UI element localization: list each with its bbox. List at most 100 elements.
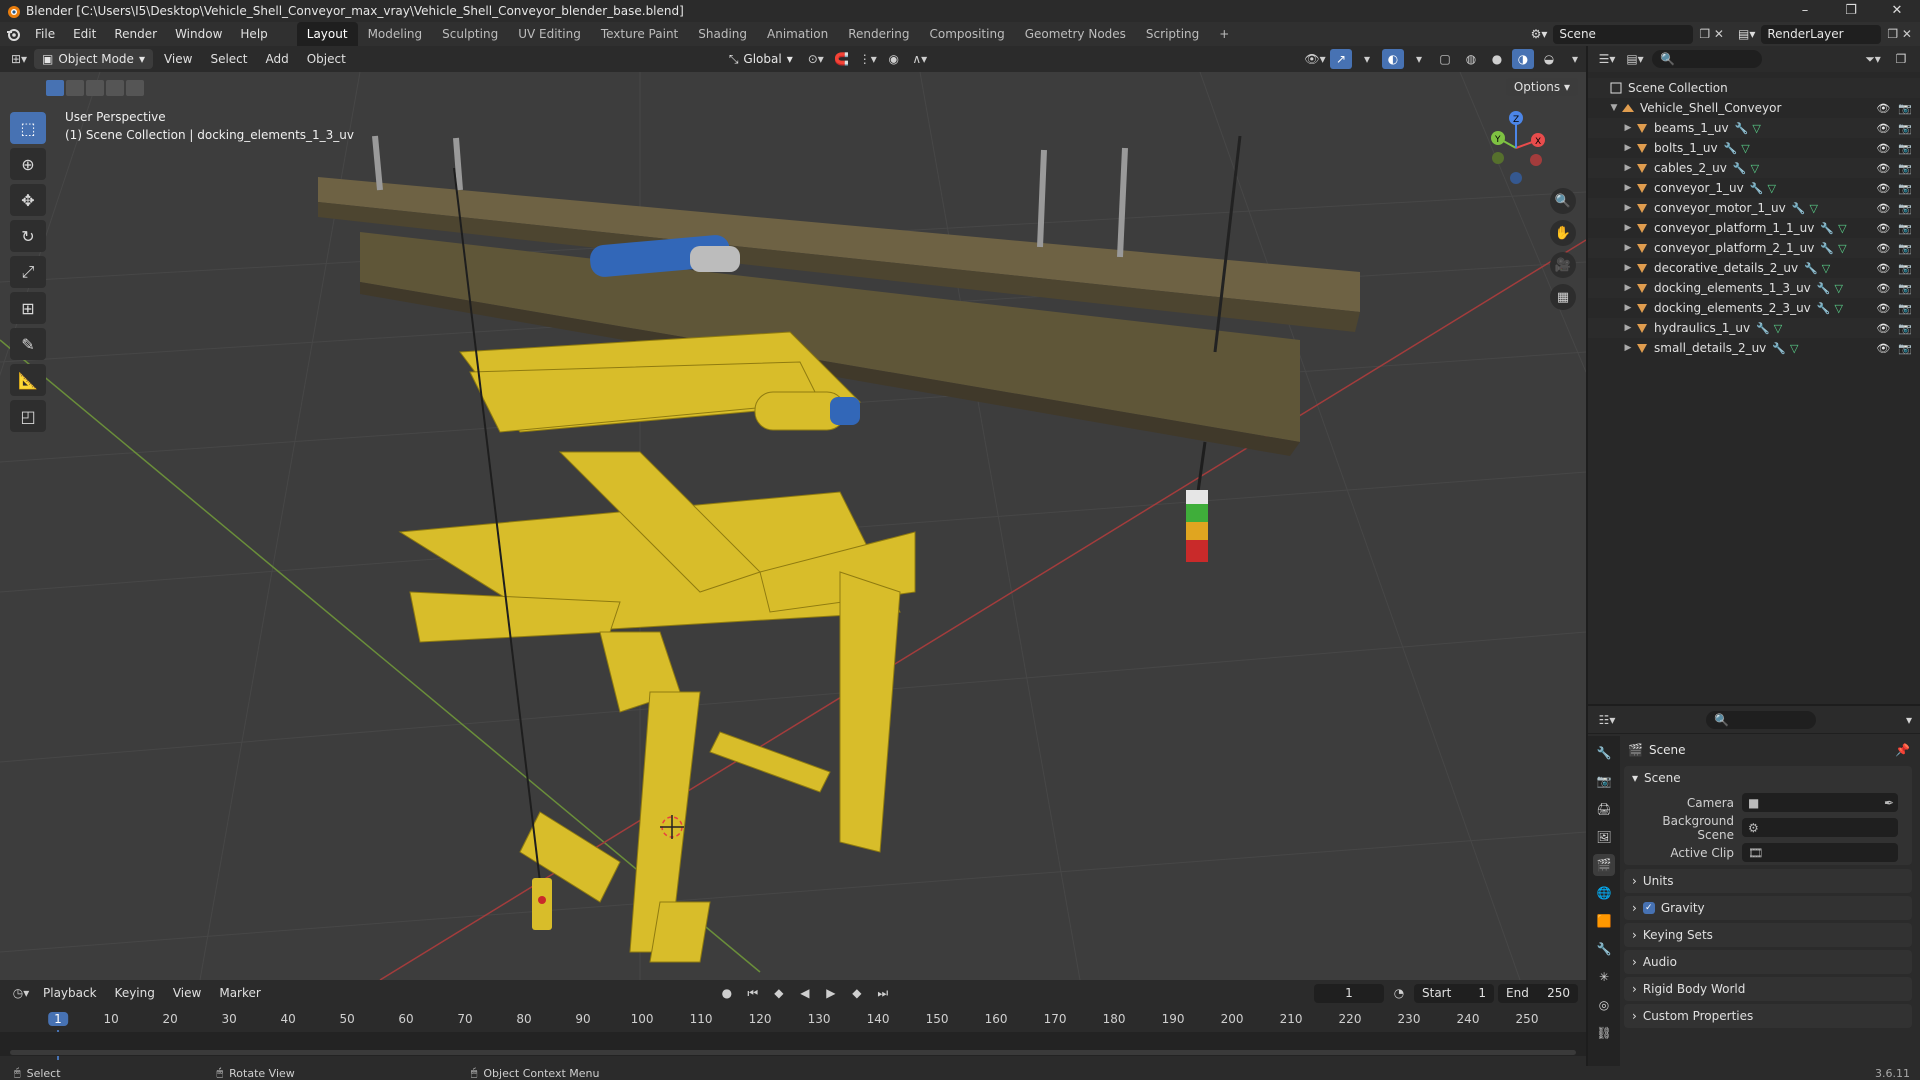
gizmo-toggle-icon[interactable]: ↗ (1330, 49, 1352, 69)
menu-timeline-view[interactable]: View (166, 986, 208, 1000)
select-intersect-icon[interactable] (126, 80, 144, 96)
units-panel-header[interactable]: › Units (1624, 869, 1912, 893)
mesh-data-icon[interactable]: ▽ (1834, 282, 1842, 295)
preview-range-icon[interactable]: ◔ (1388, 983, 1410, 1003)
eye-icon[interactable]: 👁 (1876, 142, 1890, 155)
modifier-wrench-icon[interactable]: 🔧 (1750, 182, 1764, 195)
scene-type-icon[interactable]: ⚙▾ (1531, 27, 1548, 41)
menu-edit[interactable]: Edit (64, 22, 105, 46)
display-mode-icon[interactable]: ▤▾ (1624, 49, 1646, 69)
shading-dropdown-icon[interactable]: ▾ (1564, 49, 1586, 69)
new-collection-icon[interactable]: ❐ (1890, 49, 1912, 69)
pan-hand-icon[interactable]: ✋ (1550, 220, 1576, 246)
options-dropdown[interactable]: Options ▾ (1505, 78, 1578, 96)
eye-icon[interactable]: 👁 (1876, 322, 1890, 335)
expand-arrow-icon[interactable]: ▼ (1608, 103, 1620, 113)
maximize-button[interactable]: ❐ (1828, 0, 1874, 22)
output-tab-icon[interactable]: 🖨 (1593, 798, 1615, 820)
eye-icon[interactable]: 👁 (1876, 302, 1890, 315)
menu-window[interactable]: Window (166, 22, 231, 46)
modifier-tab-icon[interactable]: 🔧 (1593, 938, 1615, 960)
outliner-object-row[interactable]: ▶ bolts_1_uv 🔧 ▽ 👁 📷 (1588, 138, 1920, 158)
mesh-data-icon[interactable]: ▽ (1774, 322, 1782, 335)
outliner-object-row[interactable]: ▶ conveyor_motor_1_uv 🔧 ▽ 👁 📷 (1588, 198, 1920, 218)
expand-arrow-icon[interactable]: ▶ (1622, 123, 1634, 133)
modifier-wrench-icon[interactable]: 🔧 (1772, 342, 1786, 355)
outliner-object-row[interactable]: ▶ small_details_2_uv 🔧 ▽ 👁 📷 (1588, 338, 1920, 358)
outliner-object-row[interactable]: ▶ hydraulics_1_uv 🔧 ▽ 👁 📷 (1588, 318, 1920, 338)
new-scene-icon[interactable]: ❐ ✕ (1699, 27, 1724, 41)
eye-icon[interactable]: 👁 (1876, 262, 1890, 275)
eye-icon[interactable]: 👁 (1876, 202, 1890, 215)
expand-arrow-icon[interactable]: ▶ (1622, 163, 1634, 173)
expand-arrow-icon[interactable]: ▶ (1622, 263, 1634, 273)
tab-rendering[interactable]: Rendering (838, 22, 919, 46)
selection-mode-buttons[interactable] (46, 80, 144, 96)
view-layer-selector[interactable]: RenderLayer (1761, 24, 1882, 44)
camera-icon[interactable]: 📷 (1898, 142, 1912, 155)
outliner-object-row[interactable]: ▶ docking_elements_1_3_uv 🔧 ▽ 👁 📷 (1588, 278, 1920, 298)
minimize-button[interactable]: – (1782, 0, 1828, 22)
select-subtract-icon[interactable] (86, 80, 104, 96)
camera-view-icon[interactable]: 🎥 (1550, 252, 1576, 278)
object-tab-icon[interactable]: 🟧 (1593, 910, 1615, 932)
prev-keyframe-icon[interactable]: ◆ (768, 983, 790, 1003)
mesh-data-icon[interactable]: ▽ (1809, 202, 1817, 215)
mesh-data-icon[interactable]: ▽ (1741, 142, 1749, 155)
close-button[interactable]: ✕ (1874, 0, 1920, 22)
scene-tab-icon[interactable]: 🎬 (1593, 854, 1615, 876)
modifier-wrench-icon[interactable]: 🔧 (1820, 222, 1834, 235)
menu-add[interactable]: Add (258, 52, 295, 66)
camera-icon[interactable]: 📷 (1898, 222, 1912, 235)
pin-icon[interactable]: 📌 (1895, 743, 1910, 757)
eye-icon[interactable]: 👁 (1876, 282, 1890, 295)
eye-icon[interactable]: 👁 (1876, 182, 1890, 195)
keying-sets-panel-header[interactable]: › Keying Sets (1624, 923, 1912, 947)
physics-tab-icon[interactable]: ◎ (1593, 994, 1615, 1016)
camera-icon[interactable]: 📷 (1898, 182, 1912, 195)
properties-search-input[interactable]: 🔍 (1706, 710, 1816, 729)
camera-icon[interactable]: 📷 (1898, 122, 1912, 135)
xray-icon[interactable]: ▢ (1434, 49, 1456, 69)
collection-row[interactable]: ▼ Vehicle_Shell_Conveyor 👁 📷 (1588, 98, 1920, 118)
tab-layout[interactable]: Layout (296, 22, 358, 46)
clock-editor-icon[interactable]: ◷▾ (10, 983, 32, 1003)
modifier-wrench-icon[interactable]: 🔧 (1817, 282, 1831, 295)
camera-icon[interactable]: 📷 (1898, 102, 1912, 115)
select-difference-icon[interactable] (106, 80, 124, 96)
outliner-search-input[interactable]: 🔍 (1652, 50, 1762, 68)
menu-keying[interactable]: Keying (108, 986, 162, 1000)
eye-icon[interactable]: 👁 (1876, 342, 1890, 355)
modifier-wrench-icon[interactable]: 🔧 (1792, 202, 1806, 215)
audio-panel-header[interactable]: › Audio (1624, 950, 1912, 974)
outliner-editor-type-icon[interactable]: ☰▾ (1596, 49, 1618, 69)
move-tool-icon[interactable]: ✥ (10, 184, 46, 216)
eye-icon[interactable]: 👁 (1876, 162, 1890, 175)
wireframe-shading-icon[interactable]: ◍ (1460, 49, 1482, 69)
blender-menu-icon[interactable] (0, 26, 26, 42)
expand-arrow-icon[interactable]: ▶ (1622, 343, 1634, 353)
camera-icon[interactable]: 📷 (1898, 282, 1912, 295)
current-frame-field[interactable]: 1 (1314, 983, 1384, 1003)
chevron-down-icon[interactable]: ▾ (1906, 713, 1912, 727)
menu-object[interactable]: Object (300, 52, 353, 66)
overlay-dropdown-icon[interactable]: ▾ (1408, 49, 1430, 69)
tab-sculpting[interactable]: Sculpting (432, 22, 508, 46)
tab-animation[interactable]: Animation (757, 22, 838, 46)
outliner-object-row[interactable]: ▶ conveyor_1_uv 🔧 ▽ 👁 📷 (1588, 178, 1920, 198)
scene-panel-header[interactable]: ▾ Scene (1624, 766, 1912, 790)
timeline-ruler[interactable]: 1 10 20 30 40 50 60 70 80 90 100 110 120 130 140 150 160… (0, 1008, 1586, 1060)
mesh-data-icon[interactable]: ▽ (1834, 302, 1842, 315)
snap-icon[interactable]: 🧲 (831, 49, 853, 69)
outliner-object-row[interactable]: ▶ docking_elements_2_3_uv 🔧 ▽ 👁 📷 (1588, 298, 1920, 318)
rigid-body-panel-header[interactable]: › Rigid Body World (1624, 977, 1912, 1001)
falloff-icon[interactable]: ∧▾ (909, 49, 931, 69)
start-frame-field[interactable]: Start 1 (1414, 983, 1494, 1003)
cursor-tool-icon[interactable]: ⊕ (10, 148, 46, 180)
eye-icon[interactable]: 👁 (1876, 102, 1890, 115)
ortho-grid-icon[interactable]: ▦ (1550, 284, 1576, 310)
menu-marker[interactable]: Marker (212, 986, 267, 1000)
next-keyframe-icon[interactable]: ◆ (846, 983, 868, 1003)
play-reverse-icon[interactable]: ◀ (794, 983, 816, 1003)
select-box-tool-icon[interactable]: ⬚ (10, 112, 46, 144)
